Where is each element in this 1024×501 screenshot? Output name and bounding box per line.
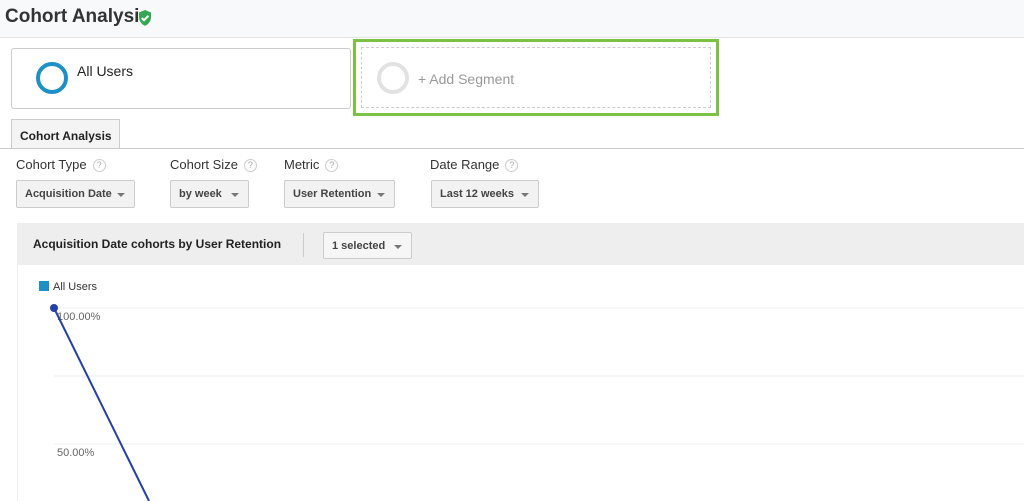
divider [0, 148, 1024, 149]
retention-chart: All Users 100.00% 50.00% [39, 281, 1024, 501]
metric-label: Metric? [284, 157, 339, 172]
page-title: Cohort Analysis [5, 6, 150, 27]
chart-title: Acquisition Date cohorts by User Retenti… [33, 237, 282, 251]
chevron-down-icon [117, 193, 125, 197]
chevron-down-icon [377, 193, 385, 197]
help-icon[interactable]: ? [92, 159, 106, 172]
y-tick-label: 100.00% [57, 311, 101, 323]
segment-label: All Users [77, 63, 134, 79]
tab-cohort-analysis[interactable]: Cohort Analysis [11, 119, 120, 149]
date-range-label: Date Range? [430, 157, 519, 172]
help-icon[interactable]: ? [505, 159, 519, 172]
metric-dropdown[interactable]: User Retention [284, 180, 395, 208]
y-tick-label: 50.00% [57, 447, 95, 459]
series-line [53, 307, 150, 501]
add-segment-button[interactable]: + Add Segment [353, 39, 719, 116]
chevron-down-icon [394, 245, 402, 249]
cohort-size-dropdown[interactable]: by week [170, 180, 249, 208]
legend-label: All Users [53, 281, 98, 293]
date-range-dropdown[interactable]: Last 12 weeks [431, 180, 539, 208]
divider [303, 233, 304, 257]
cohort-size-label: Cohort Size? [170, 157, 257, 172]
chart-area: All Users 100.00% 50.00% [17, 265, 1024, 501]
segment-all-users[interactable]: All Users [11, 48, 351, 109]
chart-toolbar: Acquisition Date cohorts by User Retenti… [17, 223, 1024, 265]
legend-swatch [39, 281, 49, 291]
selection-dropdown[interactable]: 1 selected [323, 232, 412, 259]
help-icon[interactable]: ? [243, 159, 257, 172]
cohort-type-dropdown[interactable]: Acquisition Date [16, 180, 135, 208]
empty-circle-icon [377, 62, 409, 94]
add-segment-label: + Add Segment [418, 71, 515, 87]
page-header: Cohort Analysis [0, 0, 1024, 38]
segment-circle-icon [36, 62, 68, 94]
data-point [50, 304, 58, 312]
help-icon[interactable]: ? [325, 159, 339, 172]
cohort-type-label: Cohort Type? [16, 157, 106, 172]
chevron-down-icon [231, 193, 239, 197]
chevron-down-icon [521, 193, 529, 197]
shield-check-icon [139, 10, 151, 26]
